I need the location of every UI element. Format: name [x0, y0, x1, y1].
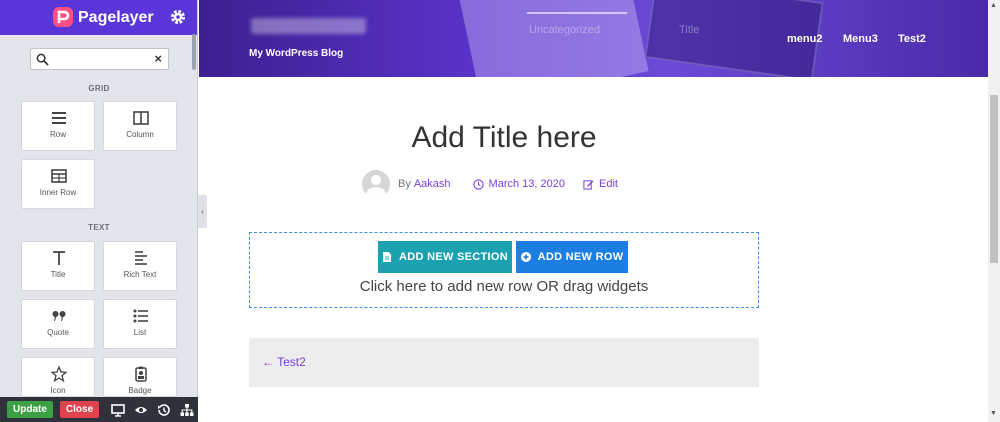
sidebar-footer: Update Close	[0, 397, 198, 422]
widget-quote[interactable]: Quote	[21, 299, 95, 349]
menu-active-indicator	[527, 12, 627, 14]
widget-row[interactable]: Row	[21, 101, 95, 151]
widget-label: Column	[126, 130, 154, 139]
widget-icon[interactable]: Icon	[21, 357, 95, 397]
menu-item-uncategorized[interactable]: Uncategorized	[529, 24, 600, 36]
byline-prefix: By	[398, 178, 411, 190]
widget-label: Quote	[47, 328, 69, 337]
widget-label: Title	[50, 270, 66, 279]
gear-icon[interactable]	[169, 8, 187, 26]
sidebar-header: Pagelayer	[0, 0, 197, 35]
add-new-section-button[interactable]: ADD NEW SECTION	[378, 241, 512, 273]
sidebar-brand: Pagelayer	[78, 8, 154, 26]
site-header: My WordPress Blog Uncategorized Title me…	[199, 0, 988, 77]
add-new-row-label: ADD NEW ROW	[537, 251, 624, 263]
pagelayer-sidebar: Pagelayer × GRID Row Column Inner Row TE…	[0, 0, 198, 422]
widget-title[interactable]: Title	[21, 241, 95, 291]
menu-item-menu2[interactable]: menu2	[787, 33, 822, 45]
sidebar-collapse-handle[interactable]: ‹	[198, 195, 207, 228]
close-button[interactable]: Close	[59, 401, 100, 418]
menu-item-test2[interactable]: Test2	[898, 33, 926, 45]
document-icon	[383, 252, 391, 262]
clock-icon	[472, 178, 484, 190]
star-icon	[51, 366, 67, 382]
title-icon	[53, 251, 65, 265]
badge-icon	[135, 366, 147, 382]
page-scrollbar[interactable]: ▲ ▼	[988, 0, 1000, 422]
site-tagline: My WordPress Blog	[249, 48, 344, 59]
add-new-section-label: ADD NEW SECTION	[399, 251, 508, 263]
desktop-icon[interactable]	[111, 403, 125, 417]
widget-badge[interactable]: Badge	[103, 357, 177, 397]
row-icon	[52, 112, 66, 124]
widget-column[interactable]: Column	[103, 101, 177, 151]
scroll-up-arrow-icon[interactable]: ▲	[990, 2, 997, 9]
author-link[interactable]: Aakash	[414, 178, 451, 190]
previous-post-link[interactable]: ← Test2	[262, 355, 306, 369]
post-meta: By Aakash March 13, 2020 Edit	[362, 170, 618, 198]
widget-label: List	[133, 328, 147, 337]
widget-inner-row[interactable]: Inner Row	[21, 159, 95, 209]
inner-row-icon	[51, 169, 67, 183]
site-title-blurred	[251, 18, 366, 34]
widget-label: Rich Text	[123, 270, 157, 279]
widget-list[interactable]: List	[103, 299, 177, 349]
author-avatar	[362, 170, 390, 198]
eye-icon[interactable]	[134, 403, 148, 417]
navigator-icon[interactable]	[180, 403, 194, 417]
update-button[interactable]: Update	[7, 401, 53, 418]
widget-search-input[interactable]	[53, 51, 153, 67]
plus-circle-icon	[520, 252, 531, 262]
widget-label: Row	[49, 130, 66, 139]
widget-rich-text[interactable]: Rich Text	[103, 241, 177, 291]
post-date-link[interactable]: March 13, 2020	[489, 178, 565, 190]
section-title-text: TEXT	[88, 223, 110, 232]
drop-zone-hint: Click here to add new row OR drag widget…	[359, 278, 649, 295]
add-new-row-button[interactable]: ADD NEW ROW	[516, 241, 628, 273]
post-title[interactable]: Add Title here	[249, 121, 759, 155]
widget-label: Inner Row	[39, 188, 77, 197]
edit-icon	[583, 179, 594, 190]
page-scrollbar-thumb[interactable]	[990, 95, 998, 263]
search-icon	[36, 53, 49, 66]
widget-search-box[interactable]: ×	[30, 48, 169, 70]
rich-text-icon	[135, 251, 147, 265]
pagelayer-logo-icon	[53, 7, 73, 27]
sidebar-scrollbar-thumb[interactable]	[192, 34, 196, 70]
edit-link[interactable]: Edit	[599, 178, 618, 190]
history-icon[interactable]	[157, 403, 171, 417]
add-new-row-zone[interactable]: ADD NEW SECTION ADD NEW ROW Click here t…	[249, 232, 759, 308]
widget-label: Badge	[128, 386, 152, 395]
scroll-down-arrow-icon[interactable]: ▼	[990, 410, 997, 417]
widget-label: Icon	[50, 386, 66, 395]
menu-item-menu3[interactable]: Menu3	[843, 33, 878, 45]
section-title-grid: GRID	[88, 84, 110, 93]
post-navigation: ← Test2	[249, 338, 759, 387]
menu-item-title[interactable]: Title	[679, 24, 699, 36]
quote-icon	[52, 311, 66, 321]
column-icon	[133, 111, 149, 125]
list-icon	[133, 309, 148, 323]
clear-search-icon[interactable]: ×	[154, 51, 162, 66]
